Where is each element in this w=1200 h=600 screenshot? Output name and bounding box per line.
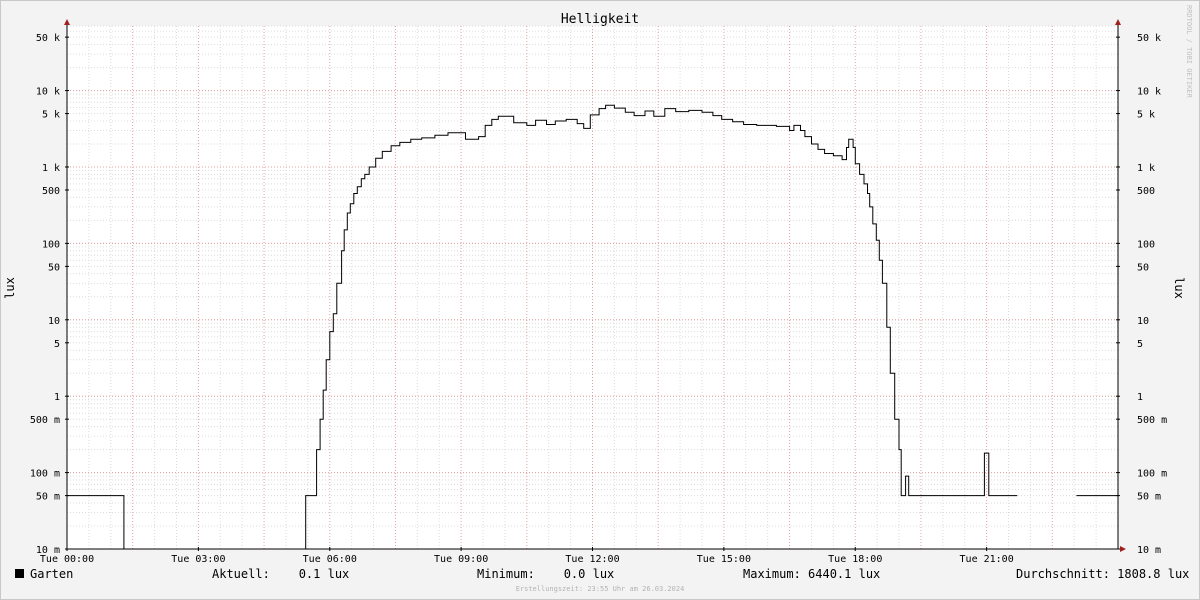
y-tick-label-left: 100 [42, 239, 60, 250]
legend-series-name: Garten [30, 567, 74, 581]
y-tick-label-right: 10 [1137, 316, 1149, 327]
stat-average: Durchschnitt: 1808.8 lux [1016, 567, 1190, 581]
x-tick-label: Tue 00:00 [40, 554, 94, 565]
stat-minimum: Minimum: 0.0 lux [477, 567, 615, 581]
y-tick-label-left: 500 [42, 186, 60, 197]
x-tick-label: Tue 21:00 [960, 554, 1014, 565]
y-tick-label-right: 500 [1137, 186, 1155, 197]
x-tick-label: Tue 18:00 [828, 554, 882, 565]
y-tick-label-right: 5 k [1137, 110, 1155, 121]
chart-title: Helligkeit [561, 12, 639, 27]
y-tick-label-right: 50 k [1137, 33, 1161, 44]
x-axis-ticks: Tue 00:00 Tue 03:00 Tue 06:00 Tue 09:00 Tue … [40, 547, 1014, 565]
y-axis-arrow-right [1115, 19, 1121, 25]
y-tick-label-left: 50 m [36, 492, 60, 503]
y-tick-label-left: 1 k [42, 163, 60, 174]
y-tick-label-right: 10 m [1137, 545, 1161, 556]
x-tick-label: Tue 03:00 [171, 554, 225, 565]
y-axis-label-left: lux [3, 277, 17, 299]
creation-time: Erstellungszeit: 23:55 Uhr am 26.03.2024 [515, 585, 685, 593]
y-tick-label-right: 50 [1137, 262, 1149, 273]
x-tick-label: Tue 12:00 [565, 554, 619, 565]
y-tick-label-right: 1 [1137, 392, 1143, 403]
y-tick-label-right: 1 k [1137, 163, 1155, 174]
stat-maximum: Maximum: 6440.1 lux [743, 567, 881, 581]
x-tick-label: Tue 09:00 [434, 554, 488, 565]
watermark: RRDTOOL / TOBI OETIKER [1185, 5, 1193, 99]
y-tick-label-right: 500 m [1137, 415, 1167, 426]
y-tick-label-left: 5 [54, 339, 60, 350]
y-tick-label-left: 1 [54, 392, 60, 403]
y-tick-label-left: 100 m [30, 469, 60, 480]
line-chart: Helligkeit lux lux RRDTOOL / TOBI OETIKE… [3, 5, 1193, 565]
y-axis-label-right: lux [1172, 277, 1186, 299]
y-tick-label-right: 100 m [1137, 469, 1167, 480]
x-axis-arrow [1120, 546, 1126, 552]
legend-swatch [15, 569, 24, 578]
y-tick-label-right: 10 k [1137, 87, 1161, 98]
y-tick-label-right: 50 m [1137, 492, 1161, 503]
y-axis-arrow-left [64, 19, 70, 25]
stat-current: Aktuell: 0.1 lux [212, 567, 350, 581]
legend-entry-garten: Garten [15, 567, 73, 581]
x-tick-label: Tue 06:00 [303, 554, 357, 565]
y-tick-label-right: 5 [1137, 339, 1143, 350]
y-tick-label-left: 10 k [36, 87, 60, 98]
y-tick-label-left: 50 k [36, 33, 60, 44]
y-tick-label-right: 100 [1137, 239, 1155, 250]
y-tick-label-left: 10 [48, 316, 60, 327]
y-tick-label-left: 500 m [30, 415, 60, 426]
y-tick-label-left: 50 [48, 262, 60, 273]
x-tick-label: Tue 15:00 [697, 554, 751, 565]
y-tick-label-left: 5 k [42, 110, 60, 121]
